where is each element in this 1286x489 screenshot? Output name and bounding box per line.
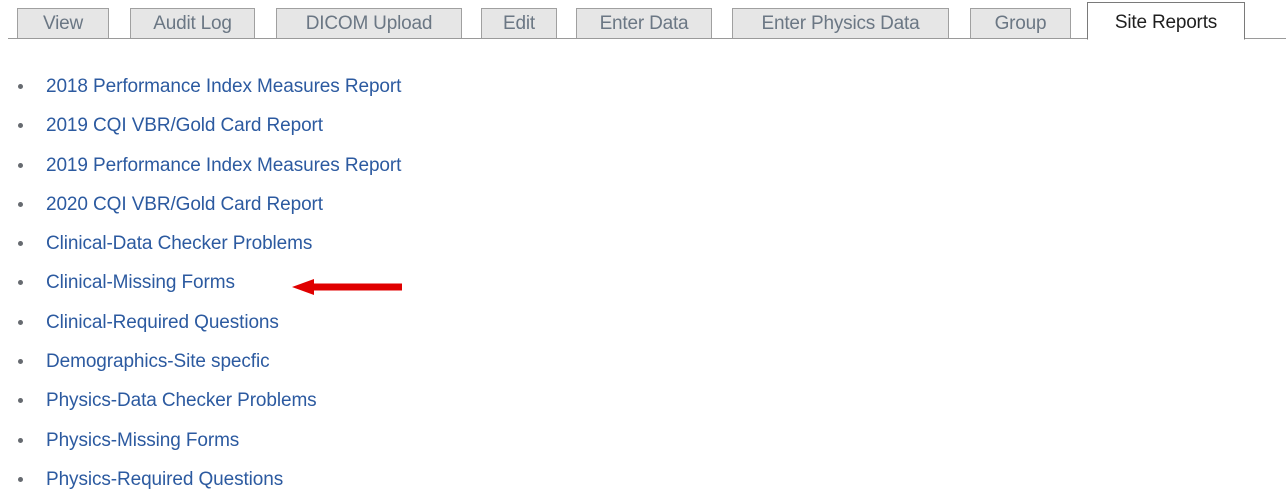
bullet-icon (18, 123, 23, 129)
tab-group[interactable]: Group (970, 8, 1071, 38)
list-item: 2019 Performance Index Measures Report (0, 146, 401, 185)
bullet-icon (18, 201, 23, 207)
site-reports-page: View Audit Log DICOM Upload Edit Enter D… (0, 0, 1286, 489)
list-item: 2020 CQI VBR/Gold Card Report (0, 185, 401, 224)
list-item: Physics-Missing Forms (0, 421, 401, 460)
tab-view[interactable]: View (17, 8, 109, 38)
report-link-2020-cqi-vbr-gold-card[interactable]: 2020 CQI VBR/Gold Card Report (46, 194, 323, 215)
bullet-icon (18, 476, 23, 482)
list-item: Clinical-Data Checker Problems (0, 224, 401, 263)
tab-enter-data[interactable]: Enter Data (576, 8, 712, 38)
tab-site-reports[interactable]: Site Reports (1087, 2, 1245, 40)
bullet-icon (18, 437, 23, 443)
report-link-2019-performance-index[interactable]: 2019 Performance Index Measures Report (46, 155, 401, 176)
bullet-icon (18, 162, 23, 168)
report-link-2019-cqi-vbr-gold-card[interactable]: 2019 CQI VBR/Gold Card Report (46, 115, 323, 136)
report-link-physics-required-questions[interactable]: Physics-Required Questions (46, 469, 283, 489)
list-item: 2018 Performance Index Measures Report (0, 67, 401, 106)
report-link-physics-missing-forms[interactable]: Physics-Missing Forms (46, 430, 239, 451)
bullet-icon (18, 319, 23, 325)
list-item: 2019 CQI VBR/Gold Card Report (0, 106, 401, 145)
report-link-demographics-site-specific[interactable]: Demographics-Site specfic (46, 351, 270, 372)
list-item: Physics-Data Checker Problems (0, 381, 401, 420)
bullet-icon (18, 280, 23, 286)
tab-audit-log[interactable]: Audit Log (130, 8, 255, 38)
bullet-icon (18, 398, 23, 404)
tab-enter-physics-data[interactable]: Enter Physics Data (732, 8, 949, 38)
tab-dicom-upload[interactable]: DICOM Upload (276, 8, 462, 38)
report-link-clinical-data-checker-problems[interactable]: Clinical-Data Checker Problems (46, 233, 312, 254)
arrow-left-icon (292, 279, 402, 295)
report-link-2018-performance-index[interactable]: 2018 Performance Index Measures Report (46, 76, 401, 97)
bullet-icon (18, 241, 23, 247)
list-item: Clinical-Required Questions (0, 303, 401, 342)
list-item: Physics-Required Questions (0, 460, 401, 489)
bullet-icon (18, 359, 23, 365)
report-link-clinical-missing-forms[interactable]: Clinical-Missing Forms (46, 272, 235, 293)
report-link-physics-data-checker-problems[interactable]: Physics-Data Checker Problems (46, 390, 317, 411)
list-item: Demographics-Site specfic (0, 342, 401, 381)
tab-bar: View Audit Log DICOM Upload Edit Enter D… (0, 0, 1286, 40)
bullet-icon (18, 84, 23, 89)
tab-edit[interactable]: Edit (481, 8, 557, 38)
report-link-clinical-required-questions[interactable]: Clinical-Required Questions (46, 312, 279, 333)
